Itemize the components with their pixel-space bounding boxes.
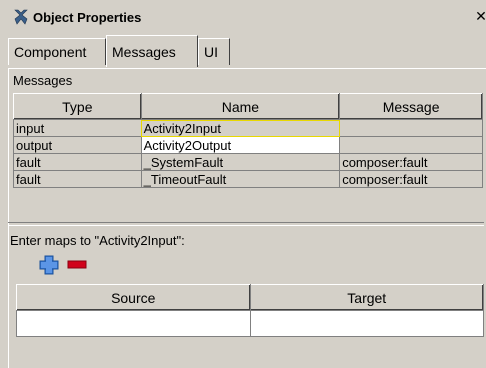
cell-type[interactable]: output bbox=[13, 136, 142, 154]
cell-name-selected[interactable]: Activity2Input bbox=[140, 119, 341, 137]
cell-type[interactable]: fault bbox=[13, 153, 142, 171]
column-header-type[interactable]: Type bbox=[13, 93, 142, 120]
cell-message[interactable]: composer:fault bbox=[339, 153, 483, 171]
tab-strip: Component Messages UI bbox=[8, 35, 486, 68]
object-properties-window: Object Properties ✕ Component Messages U… bbox=[0, 0, 486, 368]
cell-type[interactable]: fault bbox=[13, 170, 142, 188]
maps-table: Source Target bbox=[16, 284, 484, 337]
table-row[interactable]: fault _TimeoutFault composer:fault bbox=[13, 170, 483, 188]
cell-source[interactable] bbox=[16, 310, 251, 337]
remove-map-button[interactable] bbox=[66, 254, 88, 276]
title-bar[interactable]: Object Properties ✕ bbox=[8, 8, 486, 27]
column-header-source[interactable]: Source bbox=[16, 284, 251, 311]
cell-name[interactable]: _TimeoutFault bbox=[140, 170, 341, 188]
close-button[interactable]: ✕ bbox=[474, 9, 486, 24]
cell-type[interactable]: input bbox=[13, 119, 142, 137]
add-map-button[interactable] bbox=[38, 254, 60, 276]
cell-message[interactable]: composer:fault bbox=[339, 170, 483, 188]
messages-section-label: Messages bbox=[13, 73, 73, 88]
window-title: Object Properties bbox=[33, 10, 142, 25]
plus-icon bbox=[39, 255, 59, 275]
cell-target[interactable] bbox=[249, 310, 484, 337]
table-row[interactable]: fault _SystemFault composer:fault bbox=[13, 153, 483, 171]
cell-name[interactable]: _SystemFault bbox=[140, 153, 341, 171]
messages-table: Type Name Message input Activity2Input o… bbox=[13, 93, 483, 188]
cell-name[interactable]: Activity2Output bbox=[140, 136, 341, 154]
maps-prompt: Enter maps to "Activity2Input": bbox=[10, 233, 185, 248]
cell-message[interactable] bbox=[339, 136, 483, 154]
tab-ui[interactable]: UI bbox=[198, 38, 230, 65]
minus-icon bbox=[67, 260, 87, 269]
column-header-name[interactable]: Name bbox=[140, 93, 341, 120]
column-header-message[interactable]: Message bbox=[339, 93, 483, 120]
tab-component[interactable]: Component bbox=[8, 38, 106, 65]
section-divider bbox=[8, 222, 484, 226]
app-icon bbox=[14, 9, 28, 25]
table-row[interactable]: output Activity2Output bbox=[13, 136, 483, 154]
cell-message[interactable] bbox=[339, 119, 483, 137]
tab-messages[interactable]: Messages bbox=[106, 35, 198, 67]
table-row[interactable] bbox=[16, 310, 484, 337]
column-header-target[interactable]: Target bbox=[249, 284, 484, 311]
table-row[interactable]: input Activity2Input bbox=[13, 119, 483, 137]
